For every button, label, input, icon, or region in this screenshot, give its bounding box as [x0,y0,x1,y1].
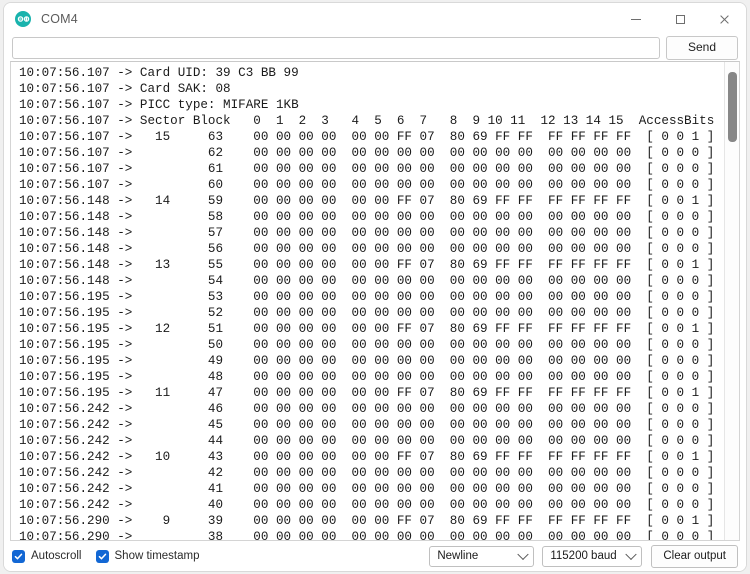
console-line: 10:07:56.107 -> Sector Block 0 1 2 3 4 5… [19,114,715,128]
line-ending-select[interactable]: Newline [429,545,535,567]
console-line: 10:07:56.195 -> 53 00 00 00 00 00 00 00 … [19,290,715,304]
show-timestamp-label: Show timestamp [114,550,200,562]
maximize-button[interactable] [658,3,702,35]
console-line: 10:07:56.148 -> 57 00 00 00 00 00 00 00 … [19,226,715,240]
checkmark-icon [12,549,25,563]
console-line: 10:07:56.195 -> 48 00 00 00 00 00 00 00 … [19,370,715,384]
console-line: 10:07:56.242 -> 44 00 00 00 00 00 00 00 … [19,434,715,448]
console-line: 10:07:56.195 -> 11 47 00 00 00 00 00 00 … [19,386,715,400]
window-controls [614,3,746,35]
baud-rate-value: 115200 baud [550,550,617,562]
baud-rate-select[interactable]: 115200 baud [542,545,643,567]
console-line: 10:07:56.195 -> 49 00 00 00 00 00 00 00 … [19,354,715,368]
console-line: 10:07:56.107 -> 60 00 00 00 00 00 00 00 … [19,178,715,192]
chevron-down-icon [517,548,530,561]
console-line: 10:07:56.242 -> 46 00 00 00 00 00 00 00 … [19,402,715,416]
console-line: 10:07:56.107 -> 61 00 00 00 00 00 00 00 … [19,162,715,176]
console-line: 10:07:56.107 -> Card SAK: 08 [19,82,231,96]
console-line: 10:07:56.107 -> 15 63 00 00 00 00 00 00 … [19,130,715,144]
console-line: 10:07:56.148 -> 58 00 00 00 00 00 00 00 … [19,210,715,224]
console-output-panel: 10:07:56.107 -> Card UID: 39 C3 BB 99 10:… [10,61,740,541]
console-scrollbar[interactable] [724,62,739,540]
console-line: 10:07:56.148 -> 13 55 00 00 00 00 00 00 … [19,258,715,272]
window-title: COM4 [41,12,78,26]
console-line: 10:07:56.242 -> 10 43 00 00 00 00 00 00 … [19,450,715,464]
serial-monitor-window: COM4 Send 10:07:56.107 -> Card UID: 39 C… [3,2,747,572]
console-line: 10:07:56.242 -> 40 00 00 00 00 00 00 00 … [19,498,715,512]
console-line: 10:07:56.148 -> 54 00 00 00 00 00 00 00 … [19,274,715,288]
send-button[interactable]: Send [666,36,738,60]
console-line: 10:07:56.107 -> 62 00 00 00 00 00 00 00 … [19,146,715,160]
console-line: 10:07:56.195 -> 12 51 00 00 00 00 00 00 … [19,322,715,336]
clear-output-button[interactable]: Clear output [651,544,738,568]
console-line: 10:07:56.242 -> 42 00 00 00 00 00 00 00 … [19,466,715,480]
close-icon [719,14,730,25]
show-timestamp-checkbox[interactable]: Show timestamp [95,549,200,563]
console-line: 10:07:56.290 -> 38 00 00 00 00 00 00 00 … [19,530,715,540]
console-line: 10:07:56.195 -> 50 00 00 00 00 00 00 00 … [19,338,715,352]
console-line: 10:07:56.107 -> Card UID: 39 C3 BB 99 [19,66,299,80]
autoscroll-label: Autoscroll [31,550,82,562]
console-line: 10:07:56.195 -> 52 00 00 00 00 00 00 00 … [19,306,715,320]
maximize-icon [675,14,685,24]
console-line: 10:07:56.148 -> 56 00 00 00 00 00 00 00 … [19,242,715,256]
send-input[interactable] [12,37,660,59]
console-line: 10:07:56.290 -> 9 39 00 00 00 00 00 00 F… [19,514,715,528]
checkmark-icon [95,549,109,563]
status-bar: Autoscroll Show timestamp Newline 115200… [4,541,746,571]
console-line: 10:07:56.107 -> PICC type: MIFARE 1KB [19,98,299,112]
minimize-icon [631,18,641,20]
autoscroll-checkbox[interactable]: Autoscroll [12,549,82,563]
line-ending-value: Newline [437,550,479,562]
chevron-down-icon [625,548,638,561]
send-bar: Send [4,35,746,61]
arduino-logo-icon [15,11,31,27]
console-line: 10:07:56.242 -> 45 00 00 00 00 00 00 00 … [19,418,715,432]
close-button[interactable] [702,3,746,35]
console-output[interactable]: 10:07:56.107 -> Card UID: 39 C3 BB 99 10:… [11,62,739,540]
title-bar: COM4 [4,3,746,35]
console-line: 10:07:56.242 -> 41 00 00 00 00 00 00 00 … [19,482,715,496]
console-line: 10:07:56.148 -> 14 59 00 00 00 00 00 00 … [19,194,715,208]
scrollbar-thumb[interactable] [728,72,737,142]
minimize-button[interactable] [614,3,658,35]
